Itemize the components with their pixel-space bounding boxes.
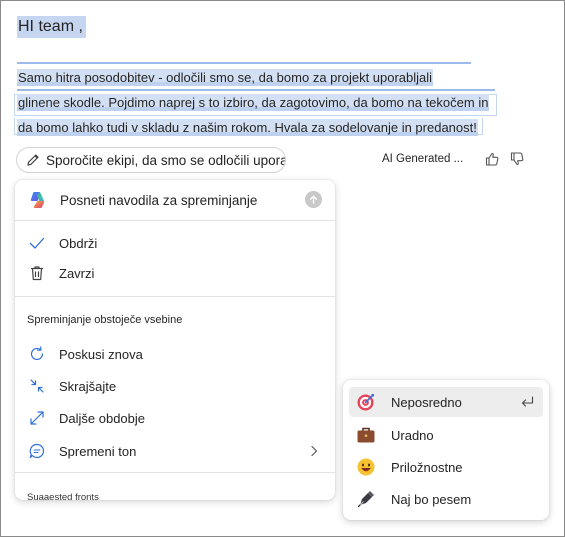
keep-button[interactable]: Obdrži (15, 229, 335, 257)
tone-option-formal[interactable]: Uradno (349, 420, 543, 450)
shorten-label: Skrajšajte (59, 378, 117, 394)
smiley-icon (355, 456, 377, 478)
briefcase-icon (355, 424, 377, 446)
lengthen-label: Daljše obdobje (59, 410, 146, 426)
lengthen-icon (27, 408, 47, 428)
discard-button[interactable]: Zavrzi (15, 259, 335, 287)
fountain-pen-icon (355, 488, 377, 510)
tone-option-label: Neposredno (391, 394, 462, 410)
trash-icon (27, 263, 47, 283)
pencil-icon (25, 152, 41, 168)
enter-key-icon (521, 396, 534, 407)
submit-arrow-icon[interactable] (305, 191, 322, 208)
divider (15, 472, 335, 473)
retry-button[interactable]: Poskusi znova (15, 340, 335, 368)
ai-generated-label[interactable]: AI Generated ... (382, 153, 463, 165)
target-icon (355, 391, 377, 413)
tone-option-label: Naj bo pesem (391, 491, 472, 507)
chat-tone-icon (27, 441, 47, 461)
tone-option-poem[interactable]: Naj bo pesem (349, 484, 543, 514)
shorten-icon (27, 376, 47, 396)
prompt-text: Sporočite ekipi, da smo se odločili upor… (46, 152, 285, 168)
retry-label: Poskusi znova (59, 346, 143, 362)
retry-icon (27, 344, 47, 364)
tone-option-direct[interactable]: Neposredno (349, 387, 543, 417)
tone-option-casual[interactable]: Priložnostne (349, 452, 543, 482)
copilot-icon (30, 192, 45, 208)
suggested-prompts-heading: Suaaested fronts (27, 492, 99, 500)
tone-option-label: Priložnostne (391, 459, 463, 475)
divider (15, 296, 335, 297)
shorten-button[interactable]: Skrajšajte (15, 372, 335, 400)
thumbs-down-icon[interactable] (508, 150, 526, 168)
tone-option-label: Uradno (391, 427, 434, 443)
prompt-edit-pill[interactable]: Sporočite ekipi, da smo se odločili upor… (16, 147, 286, 173)
app-window: HI team , Samo hitra posodobitev - odloč… (0, 0, 565, 537)
document-paragraph[interactable]: Samo hitra posodobitev - odločili smo se… (17, 65, 490, 140)
document-greeting[interactable]: HI team , (17, 16, 86, 38)
lengthen-button[interactable]: Daljše obdobje (15, 404, 335, 432)
change-tone-label: Spremeni ton (59, 443, 137, 459)
paragraph-line: glinene skodle. Pojdimo naprej s to izbi… (17, 94, 490, 111)
change-tone-button[interactable]: Spremeni ton (15, 437, 335, 465)
thumbs-up-icon[interactable] (483, 150, 501, 168)
tone-submenu: Neposredno Uradno Priložnostne Naj bo pe… (343, 380, 549, 520)
instruction-placeholder: Posneti navodila za spreminjanje (60, 192, 258, 208)
copilot-rewrite-menu: Posneti navodila za spreminjanje Obdrži … (15, 180, 335, 500)
paragraph-line: da bomo lahko tudi v skladu z našim roko… (17, 119, 478, 136)
selection-underline (17, 62, 471, 64)
discard-label: Zavrzi (59, 265, 95, 281)
paragraph-line: Samo hitra posodobitev - odločili smo se… (17, 69, 434, 86)
section-heading: Spreminjanje obstoječe vsebine (27, 314, 183, 326)
chevron-right-icon (311, 445, 318, 457)
checkmark-icon (27, 233, 47, 253)
keep-label: Obdrži (59, 235, 98, 251)
instruction-input-row[interactable]: Posneti navodila za spreminjanje (15, 180, 335, 220)
divider (15, 220, 335, 221)
